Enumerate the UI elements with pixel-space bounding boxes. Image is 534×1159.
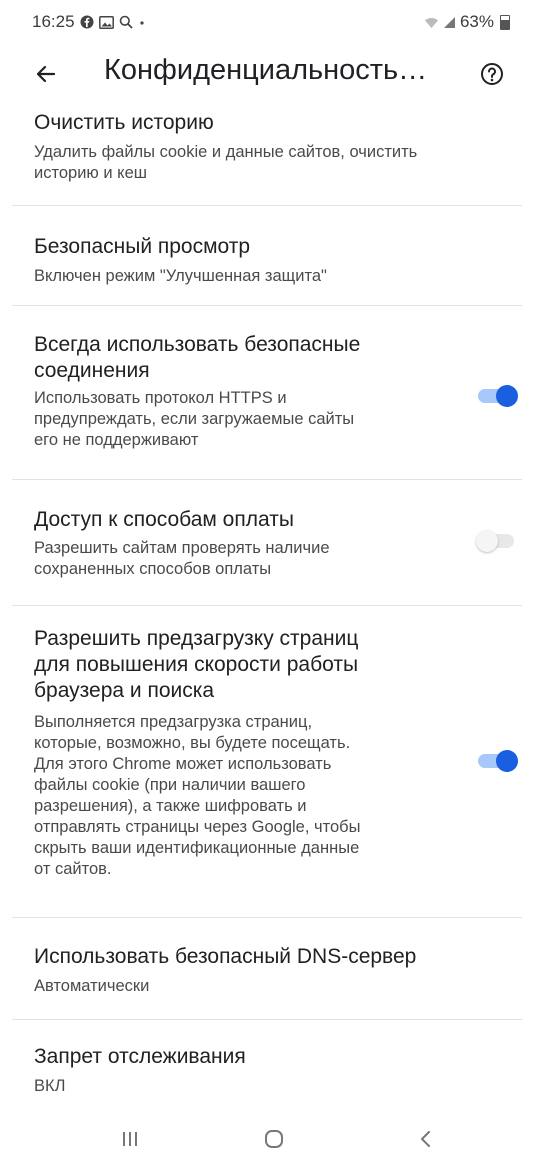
title-line: Всегда использовать безопасные bbox=[34, 333, 361, 356]
secure-dns-description: Автоматически bbox=[34, 977, 150, 995]
clear-history-title: Очистить историю bbox=[34, 111, 214, 134]
title-line: соединения bbox=[34, 359, 150, 382]
help-icon bbox=[481, 63, 503, 85]
status-right: 63% bbox=[424, 12, 510, 32]
desc-line: скрыть ваши идентификационные данные bbox=[34, 839, 360, 857]
desc-line: Для этого Chrome может использовать bbox=[34, 755, 332, 773]
home-icon bbox=[265, 1130, 283, 1148]
arrow-back-icon bbox=[36, 65, 56, 83]
title-line: браузера и поиска bbox=[34, 679, 215, 702]
safe-browsing-title: Безопасный просмотр bbox=[34, 235, 251, 258]
recents-button[interactable] bbox=[110, 1124, 150, 1154]
desc-line: разрешения), а также шифровать и bbox=[34, 797, 307, 815]
desc-line: предупреждать, если загружаемые сайты bbox=[34, 410, 355, 428]
search-icon bbox=[119, 15, 133, 29]
toggle-thumb bbox=[496, 385, 518, 407]
title-line: для повышения скорости работы bbox=[34, 653, 359, 676]
home-button[interactable] bbox=[254, 1124, 294, 1154]
desc-line: файлы cookie (при наличии вашего bbox=[34, 776, 306, 794]
do-not-track-item[interactable]: Запрет отслеживания ВКЛ bbox=[0, 1020, 534, 1116]
desc-line: историю и кеш bbox=[34, 164, 147, 182]
preload-pages-item[interactable]: Разрешить предзагрузку страниц для повыш… bbox=[0, 606, 534, 916]
battery-percent: 63% bbox=[459, 12, 494, 31]
secure-dns-item[interactable]: Использовать безопасный DNS-сервер Автом… bbox=[0, 918, 534, 1018]
page-title: Конфиденциальность… bbox=[104, 54, 428, 86]
secure-connections-title: Всегда использовать безопасные соединени… bbox=[34, 332, 360, 384]
status-bar: 16:25 63% bbox=[0, 0, 534, 44]
payment-methods-title: Доступ к способам оплаты bbox=[34, 508, 294, 531]
title-line: Разрешить предзагрузку страниц bbox=[34, 627, 359, 650]
clear-history-item[interactable]: Очистить историю Удалить файлы cookie и … bbox=[0, 104, 534, 204]
desc-line: Использовать протокол HTTPS и bbox=[34, 389, 287, 407]
dot-icon bbox=[139, 21, 144, 25]
preload-pages-title: Разрешить предзагрузку страниц для повыш… bbox=[34, 626, 358, 704]
desc-line: его не поддерживают bbox=[34, 431, 199, 449]
secure-dns-title: Использовать безопасный DNS-сервер bbox=[34, 945, 417, 968]
desc-line: сохраненных способов оплаты bbox=[34, 560, 272, 578]
desc-line: Удалить файлы cookie и данные сайтов, оч… bbox=[34, 143, 418, 161]
do-not-track-description: ВКЛ bbox=[34, 1077, 66, 1095]
payment-methods-description: Разрешить сайтам проверять наличие сохра… bbox=[34, 538, 330, 580]
desc-line: Выполняется предзагрузка страниц, bbox=[34, 713, 313, 731]
battery-icon bbox=[500, 14, 510, 30]
toggle-thumb bbox=[476, 530, 498, 552]
safe-browsing-description: Включен режим "Улучшенная защита" bbox=[34, 267, 327, 285]
preload-pages-description: Выполняется предзагрузка страниц, которы… bbox=[34, 712, 360, 880]
status-time: 16:25 bbox=[32, 12, 75, 31]
secure-connections-description: Использовать протокол HTTPS и предупрежд… bbox=[34, 388, 354, 451]
back-nav-icon bbox=[421, 1131, 430, 1147]
system-nav-bar bbox=[0, 1118, 534, 1157]
preload-pages-toggle[interactable] bbox=[476, 745, 520, 775]
desc-line: которые, возможно, вы будете посещать. bbox=[34, 734, 351, 752]
facebook-icon bbox=[80, 15, 94, 29]
desc-line: Разрешить сайтам проверять наличие bbox=[34, 539, 330, 557]
back-button[interactable] bbox=[24, 52, 68, 96]
secure-connections-item[interactable]: Всегда использовать безопасные соединени… bbox=[0, 306, 534, 478]
recents-icon bbox=[123, 1132, 137, 1146]
payment-methods-toggle[interactable] bbox=[476, 525, 520, 555]
desc-line: от сайтов. bbox=[34, 860, 112, 878]
help-button[interactable] bbox=[470, 52, 514, 96]
do-not-track-title: Запрет отслеживания bbox=[34, 1045, 246, 1068]
desc-line: отправлять страницы через Google, чтобы bbox=[34, 818, 361, 836]
safe-browsing-item[interactable]: Безопасный просмотр Включен режим "Улучш… bbox=[0, 206, 534, 304]
payment-methods-item[interactable]: Доступ к способам оплаты Разрешить сайта… bbox=[0, 480, 534, 604]
toolbar: Конфиденциальность… bbox=[0, 44, 534, 102]
secure-connections-toggle[interactable] bbox=[476, 380, 520, 410]
signal-icon bbox=[443, 16, 455, 28]
clear-history-description: Удалить файлы cookie и данные сайтов, оч… bbox=[34, 142, 417, 184]
toggle-thumb bbox=[496, 750, 518, 772]
status-left: 16:25 bbox=[32, 12, 146, 32]
gallery-icon bbox=[98, 15, 114, 29]
wifi-icon bbox=[424, 17, 438, 28]
back-nav-button[interactable] bbox=[406, 1124, 446, 1154]
